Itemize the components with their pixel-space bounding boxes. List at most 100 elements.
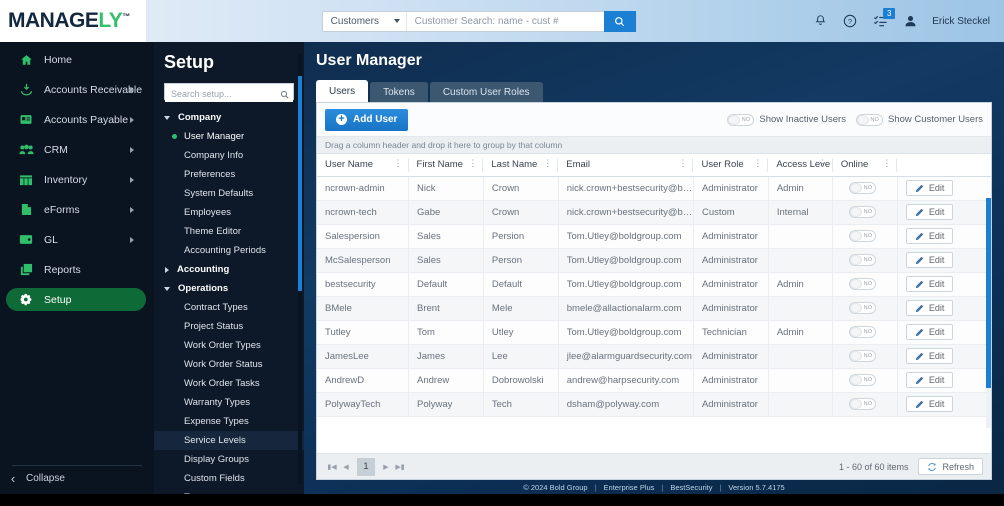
sidebar-collapse-button[interactable]: ‹ Collapse — [0, 471, 154, 486]
edit-button[interactable]: Edit — [905, 348, 954, 364]
pagination-next-button[interactable]: ▶ — [379, 460, 393, 474]
column-header-online[interactable]: Online ⋮ — [832, 154, 898, 177]
tree-group-accounting[interactable]: Accounting — [154, 260, 304, 279]
sidebar-item-accounts-receivable[interactable]: Accounts Receivable — [6, 78, 146, 101]
column-header-access-level[interactable]: Access Leve ⋮ — [768, 154, 833, 177]
table-row[interactable]: JamesLee James Lee jlee@alarmguardsecurity.… — [317, 344, 991, 369]
edit-button[interactable]: Edit — [905, 324, 954, 340]
tree-item-project-status[interactable]: Project Status — [154, 317, 304, 336]
tree-item-work-order-types[interactable]: Work Order Types — [154, 336, 304, 355]
search-category-dropdown[interactable]: Customers — [323, 11, 407, 31]
column-menu-icon[interactable]: ⋮ — [882, 159, 891, 168]
online-toggle[interactable]: NO — [849, 206, 877, 218]
setup-scrollbar[interactable] — [298, 54, 302, 484]
edit-button[interactable]: Edit — [905, 396, 954, 412]
tree-item-work-order-status[interactable]: Work Order Status — [154, 355, 304, 374]
tree-item-display-groups[interactable]: Display Groups — [154, 450, 304, 469]
grid-scrollbar-thumb[interactable] — [986, 198, 991, 388]
table-row[interactable]: Salespersion Sales Persion Tom.Utley@boldgr… — [317, 224, 991, 249]
edit-button[interactable]: Edit — [905, 204, 954, 220]
column-menu-icon[interactable]: ⋮ — [753, 159, 762, 168]
edit-button[interactable]: Edit — [905, 252, 954, 268]
grid-scrollbar[interactable] — [986, 198, 991, 428]
app-logo[interactable]: MANAGELY™ — [0, 0, 146, 42]
table-row[interactable]: PolywayTech Polyway Tech dsham@polyway.com A… — [317, 392, 991, 417]
sidebar-item-crm[interactable]: CRM — [6, 138, 146, 161]
group-by-dropzone[interactable]: Drag a column header and drop it here to… — [317, 137, 991, 154]
online-toggle[interactable]: NO — [849, 374, 877, 386]
tree-item-warranty-types[interactable]: Warranty Types — [154, 393, 304, 412]
online-toggle[interactable]: NO — [849, 182, 877, 194]
profile-avatar[interactable] — [902, 13, 918, 30]
tab-tokens[interactable]: Tokens — [370, 82, 428, 102]
sidebar-item-inventory[interactable]: Inventory — [6, 168, 146, 191]
pagination-page-1[interactable]: 1 — [357, 457, 375, 476]
column-menu-icon[interactable]: ⋮ — [394, 159, 403, 168]
table-row[interactable]: AndrewD Andrew Dobrowolski andrew@harpsecur… — [317, 368, 991, 393]
notifications-button[interactable] — [812, 13, 828, 30]
pagination-first-button[interactable]: ▮◀ — [325, 460, 339, 474]
tab-users[interactable]: Users — [316, 80, 369, 102]
help-button[interactable]: ? — [842, 13, 858, 30]
tree-item-accounting-periods[interactable]: Accounting Periods — [154, 241, 304, 260]
online-toggle[interactable]: NO — [849, 230, 877, 242]
table-row[interactable]: bestsecurity Default Default Tom.Utley@bold… — [317, 272, 991, 297]
edit-button[interactable]: Edit — [905, 276, 954, 292]
column-menu-icon[interactable]: ⋮ — [678, 159, 687, 168]
tree-item-company-info[interactable]: Company Info — [154, 146, 304, 165]
online-toggle[interactable]: NO — [849, 254, 877, 266]
tasks-button[interactable]: 3 — [872, 7, 896, 30]
tree-item-system-defaults[interactable]: System Defaults — [154, 184, 304, 203]
sidebar-item-accounts-payable[interactable]: Accounts Payable — [6, 108, 146, 131]
tree-item-tags[interactable]: Tags — [154, 488, 304, 494]
search-input[interactable] — [406, 11, 604, 31]
tree-item-preferences[interactable]: Preferences — [154, 165, 304, 184]
sidebar-item-setup[interactable]: Setup — [6, 288, 146, 311]
pagination-last-button[interactable]: ▶▮ — [393, 460, 407, 474]
edit-button[interactable]: Edit — [905, 372, 954, 388]
sidebar-item-eforms[interactable]: eForms — [6, 198, 146, 221]
tree-item-theme-editor[interactable]: Theme Editor — [154, 222, 304, 241]
table-row[interactable]: Tutley Tom Utley Tom.Utley@boldgroup.com Tec… — [317, 320, 991, 345]
tree-item-contract-types[interactable]: Contract Types — [154, 298, 304, 317]
column-header-last-name[interactable]: Last Name ⋮ — [483, 154, 559, 177]
column-header-user-role[interactable]: User Role ⋮ — [693, 154, 769, 177]
column-header-user-name[interactable]: User Name ⋮ — [317, 154, 409, 177]
tree-item-service-levels[interactable]: Service Levels — [154, 431, 304, 450]
tree-group-operations[interactable]: Operations — [154, 279, 304, 298]
sidebar-item-reports[interactable]: Reports — [6, 258, 146, 281]
tab-custom-user-roles[interactable]: Custom User Roles — [429, 82, 543, 102]
online-toggle[interactable]: NO — [849, 302, 877, 314]
tree-item-work-order-tasks[interactable]: Work Order Tasks — [154, 374, 304, 393]
tree-item-user-manager[interactable]: User Manager — [154, 127, 304, 146]
edit-button[interactable]: Edit — [905, 228, 954, 244]
sidebar-item-gl[interactable]: GL — [6, 228, 146, 251]
show-inactive-users-toggle[interactable]: NO — [727, 113, 755, 126]
online-toggle[interactable]: NO — [849, 278, 877, 290]
edit-button[interactable]: Edit — [905, 300, 954, 316]
add-user-button[interactable]: + Add User — [325, 108, 409, 131]
table-row[interactable]: ncrown-admin Nick Crown nick.crown+bestsecu… — [317, 176, 991, 201]
tree-group-company[interactable]: Company — [154, 108, 304, 127]
edit-button[interactable]: Edit — [905, 180, 954, 196]
online-toggle[interactable]: NO — [849, 326, 877, 338]
table-row[interactable]: BMele Brent Mele bmele@allactionalarm.com Ad… — [317, 296, 991, 321]
column-header-first-name[interactable]: First Name ⋮ — [408, 154, 484, 177]
column-menu-icon[interactable]: ⋮ — [818, 159, 827, 168]
setup-search-input[interactable] — [165, 86, 293, 102]
sidebar-item-home[interactable]: Home — [6, 48, 146, 71]
show-customer-users-toggle[interactable]: NO — [855, 113, 883, 126]
setup-scrollbar-thumb[interactable] — [298, 76, 302, 291]
table-row[interactable]: McSalesperson Sales Person Tom.Utley@boldgr… — [317, 248, 991, 273]
online-toggle[interactable]: NO — [849, 398, 877, 410]
online-toggle[interactable]: NO — [849, 350, 877, 362]
table-row[interactable]: ncrown-tech Gabe Crown nick.crown+bestsecur… — [317, 200, 991, 225]
tree-item-custom-fields[interactable]: Custom Fields — [154, 469, 304, 488]
column-header-email[interactable]: Email ⋮ — [558, 154, 694, 177]
column-menu-icon[interactable]: ⋮ — [468, 159, 477, 168]
search-button[interactable] — [603, 10, 636, 32]
pagination-prev-button[interactable]: ◀ — [339, 460, 353, 474]
column-menu-icon[interactable]: ⋮ — [543, 159, 552, 168]
tree-item-employees[interactable]: Employees — [154, 203, 304, 222]
refresh-button[interactable]: Refresh — [918, 458, 983, 475]
